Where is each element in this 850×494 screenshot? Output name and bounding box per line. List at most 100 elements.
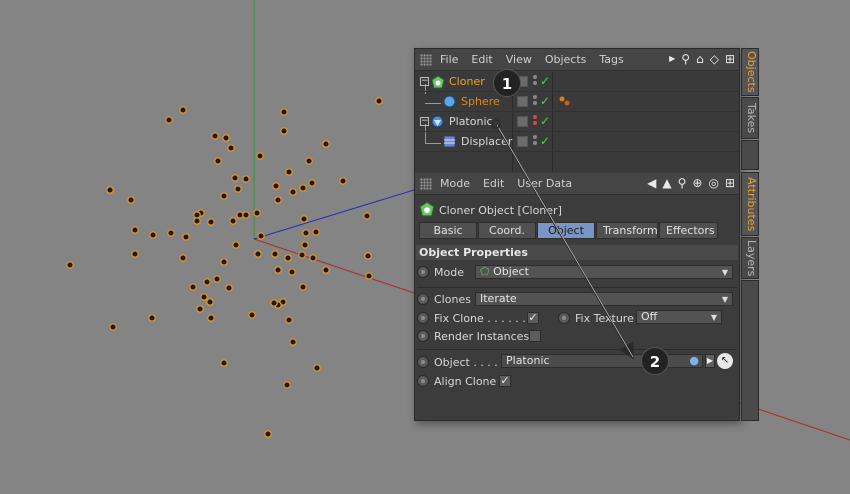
tree-row-cloner[interactable]: − Cloner ✓: [415, 72, 739, 92]
home-icon[interactable]: ⌂: [696, 52, 704, 66]
tree-row-sphere[interactable]: Sphere ✓: [415, 92, 739, 112]
side-tab-layers[interactable]: Layers: [741, 237, 759, 279]
pick-cursor-icon[interactable]: ↖: [717, 353, 733, 369]
search-icon[interactable]: ⚲: [678, 176, 687, 190]
clone-point: [253, 209, 261, 217]
side-tab-objects[interactable]: Objects: [741, 48, 759, 96]
clone-point: [254, 250, 262, 258]
render-instances-label: Render Instances: [434, 329, 530, 343]
fix-texture-value: Off: [641, 310, 658, 323]
clone-point: [248, 311, 256, 319]
animate-radio-icon[interactable]: [417, 330, 429, 342]
clone-point: [301, 241, 309, 249]
clone-point: [211, 132, 219, 140]
mode-value: Object: [493, 265, 529, 278]
visibility-box-icon[interactable]: [517, 96, 528, 107]
tree-row-platonic[interactable]: − Platonic ✓: [415, 112, 739, 132]
new-window-icon[interactable]: ⊞: [725, 52, 735, 66]
clone-point: [309, 254, 317, 262]
object-link-field[interactable]: Platonic ●: [501, 354, 703, 368]
up-arrow-icon[interactable]: ▲: [662, 176, 671, 190]
tree-row-displacer[interactable]: Displacer ✓: [415, 132, 739, 152]
animate-radio-icon[interactable]: [417, 375, 429, 387]
animate-radio-icon[interactable]: [558, 312, 570, 324]
menu-file[interactable]: File: [440, 53, 458, 66]
menu-tags[interactable]: Tags: [599, 53, 623, 66]
menu-user-data[interactable]: User Data: [517, 177, 572, 190]
link-arrow-icon[interactable]: ▶: [705, 354, 715, 368]
grip-handle-icon[interactable]: [420, 177, 432, 190]
fix-clone-checkbox[interactable]: ✓: [527, 312, 539, 324]
clone-point: [193, 217, 201, 225]
side-tab-spacer: [741, 140, 759, 170]
cloner-icon: [419, 201, 435, 217]
side-tab-takes[interactable]: Takes: [741, 97, 759, 139]
align-clone-checkbox[interactable]: ✓: [499, 375, 511, 387]
back-arrow-icon[interactable]: ◀: [647, 176, 656, 190]
clone-point: [339, 177, 347, 185]
fix-texture-dropdown[interactable]: Off ▼: [636, 310, 722, 324]
clone-point: [189, 283, 197, 291]
enabled-check-icon[interactable]: ✓: [540, 134, 550, 148]
tab-object[interactable]: Object: [537, 222, 595, 239]
menu-objects[interactable]: Objects: [545, 53, 587, 66]
grip-handle-icon[interactable]: [420, 53, 432, 66]
visibility-box-icon[interactable]: [517, 136, 528, 147]
mode-dropdown[interactable]: ⬠ Object ▼: [475, 265, 733, 279]
layer-dots-icon[interactable]: [533, 95, 537, 107]
layer-dots-icon[interactable]: [533, 75, 537, 87]
enabled-check-icon[interactable]: ✓: [540, 74, 550, 88]
tab-transform[interactable]: Transform: [596, 222, 658, 239]
animate-radio-icon[interactable]: [417, 293, 429, 305]
animate-radio-icon[interactable]: [417, 312, 429, 324]
enabled-check-icon[interactable]: ✓: [540, 114, 550, 128]
enabled-check-icon[interactable]: ✓: [540, 94, 550, 108]
clones-label: Clones: [434, 292, 471, 306]
clone-point: [299, 283, 307, 291]
clone-point: [220, 258, 228, 266]
material-tag-icon[interactable]: [557, 94, 573, 110]
clone-point: [280, 108, 288, 116]
menu-edit[interactable]: Edit: [483, 177, 504, 190]
collapse-icon[interactable]: −: [420, 117, 429, 126]
animate-radio-icon[interactable]: [417, 266, 429, 278]
chevron-down-icon: ▼: [710, 313, 717, 322]
more-arrow-icon[interactable]: ▶: [669, 52, 675, 66]
clone-point: [213, 275, 221, 283]
new-window-icon[interactable]: ⊞: [725, 176, 735, 190]
menu-edit[interactable]: Edit: [471, 53, 492, 66]
lock-icon[interactable]: ⊕: [692, 176, 702, 190]
tab-basic[interactable]: Basic: [419, 222, 477, 239]
render-instances-checkbox[interactable]: [529, 330, 541, 342]
tree-label-cloner: Cloner: [449, 75, 485, 88]
manager-panel: File Edit View Objects Tags ▶ ⚲ ⌂ ◇ ⊞ − …: [414, 48, 740, 421]
clones-dropdown[interactable]: Iterate ▼: [475, 292, 733, 306]
clone-point: [148, 314, 156, 322]
attribute-tabs: Basic Coord. Object Transform Effectors: [419, 222, 719, 239]
clone-point: [182, 233, 190, 241]
tab-coord[interactable]: Coord.: [478, 222, 536, 239]
clone-point: [220, 192, 228, 200]
clone-point: [109, 323, 117, 331]
clone-point: [283, 381, 291, 389]
visibility-box-icon[interactable]: [517, 116, 528, 127]
side-tab-attributes[interactable]: Attributes: [741, 172, 759, 236]
menu-mode[interactable]: Mode: [440, 177, 470, 190]
animate-radio-icon[interactable]: [417, 356, 429, 368]
clone-point: [274, 196, 282, 204]
tab-effectors[interactable]: Effectors: [659, 222, 718, 239]
clone-point: [106, 186, 114, 194]
search-icon[interactable]: ⚲: [681, 52, 690, 66]
layer-dots-icon[interactable]: [533, 135, 537, 147]
menu-view[interactable]: View: [506, 53, 532, 66]
collapse-icon[interactable]: −: [420, 77, 429, 86]
step-badge-1: 1: [493, 69, 521, 97]
clone-point: [363, 212, 371, 220]
eye-icon[interactable]: ◇: [710, 52, 719, 66]
align-clone-label: Align Clone: [434, 374, 497, 388]
layer-dots-icon[interactable]: [533, 115, 537, 127]
sphere-icon: [443, 95, 456, 108]
target-icon[interactable]: ◎: [708, 176, 718, 190]
step-badge-2: 2: [641, 347, 669, 375]
attributes-menubar: Mode Edit User Data ◀ ▲ ⚲ ⊕ ◎ ⊞: [415, 173, 739, 195]
